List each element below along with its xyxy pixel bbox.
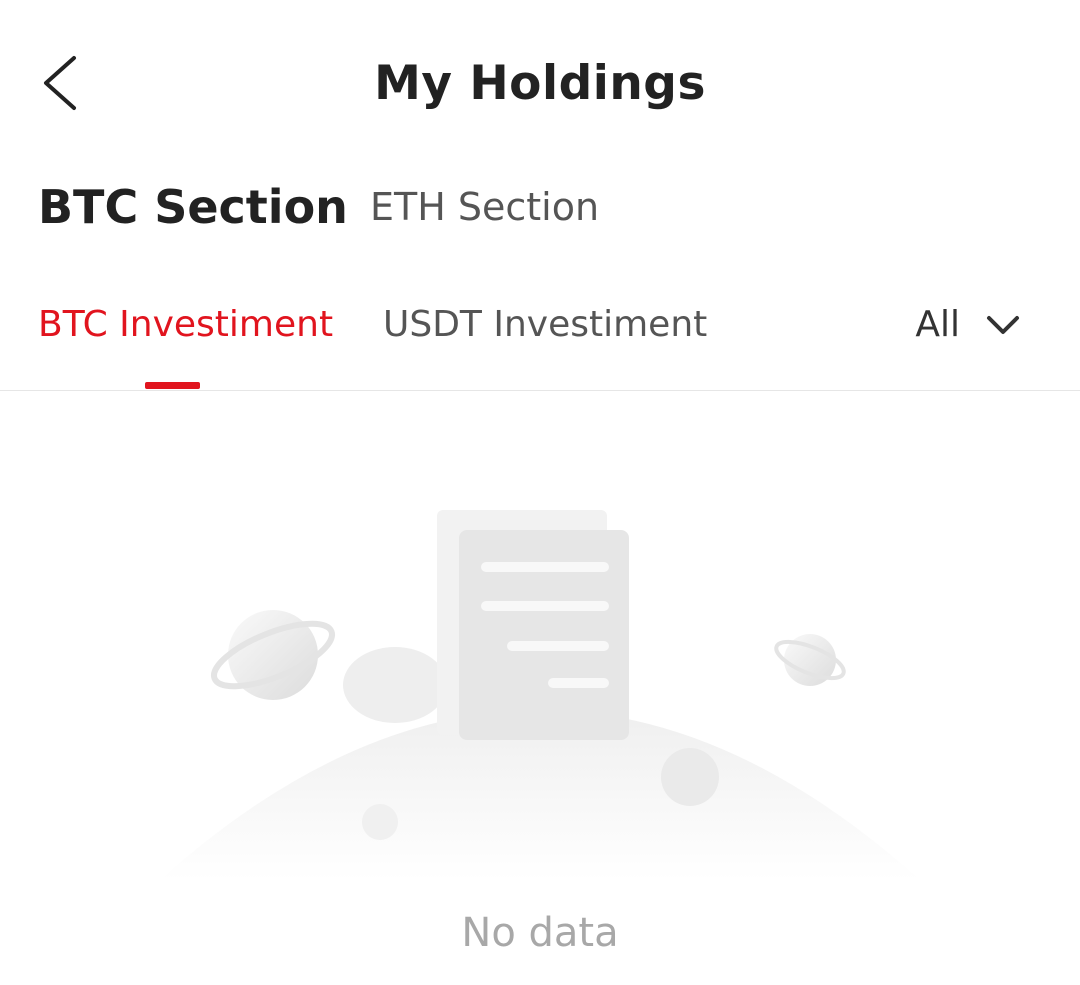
filter-value: All bbox=[915, 304, 960, 345]
tab-usdt-investment[interactable]: USDT Investiment bbox=[383, 304, 707, 345]
investment-tabs: BTC Investiment USDT Investiment All bbox=[0, 290, 1080, 391]
tab-btc-section[interactable]: BTC Section bbox=[38, 180, 348, 234]
chevron-down-icon bbox=[987, 315, 1019, 334]
tab-eth-section[interactable]: ETH Section bbox=[370, 185, 599, 229]
app-header: My Holdings bbox=[0, 0, 1080, 170]
filter-dropdown[interactable]: All bbox=[915, 304, 1020, 345]
page-title: My Holdings bbox=[374, 56, 706, 111]
active-tab-indicator bbox=[145, 382, 200, 389]
section-tabs: BTC Section ETH Section bbox=[0, 170, 1080, 250]
tab-btc-investment[interactable]: BTC Investiment bbox=[38, 304, 333, 345]
empty-state-illustration bbox=[160, 510, 920, 880]
empty-state-message: No data bbox=[461, 910, 619, 956]
